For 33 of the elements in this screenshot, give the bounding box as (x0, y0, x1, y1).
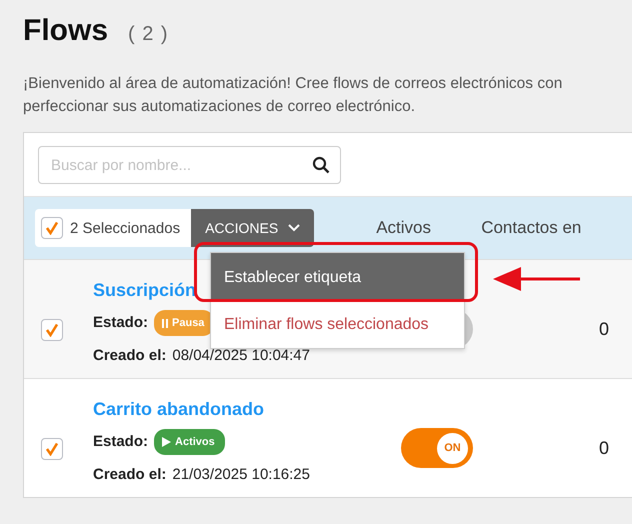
active-toggle[interactable]: ON (401, 428, 473, 468)
play-icon (162, 437, 172, 447)
select-all-checkbox[interactable] (41, 217, 63, 239)
chevron-down-icon (288, 224, 300, 232)
search-icon[interactable] (312, 156, 330, 174)
search-input[interactable]: Buscar por nombre... (51, 148, 301, 182)
created-label: Creado el: (93, 347, 166, 365)
created-date: 21/03/2025 10:16:25 (172, 466, 310, 484)
contact-count: 0 (599, 437, 610, 459)
status-label: Estado: (93, 433, 148, 451)
check-icon (45, 221, 59, 235)
created-label: Creado el: (93, 466, 166, 484)
flow-name-link[interactable]: Carrito abandonado (93, 398, 264, 420)
row-checkbox[interactable] (41, 319, 63, 341)
check-icon (45, 442, 59, 456)
flow-count: ( 2 ) (128, 23, 169, 46)
status-label: Estado: (93, 314, 148, 332)
column-header: Activos (376, 218, 432, 238)
row-checkbox[interactable] (41, 438, 63, 460)
check-icon (45, 323, 59, 337)
selected-count: 2 Seleccionados (70, 220, 180, 236)
menu-item[interactable]: Establecer etiqueta (211, 253, 464, 302)
contact-count: 0 (599, 318, 610, 340)
column-header: Contactos en (481, 218, 582, 238)
intro-text: ¡Bienvenido al área de automatización! Cree flows de correos electrónicos con perfeccionar sus automatizaciones de correo electrónico. (23, 74, 564, 117)
created-date: 08/04/2025 10:04:47 (172, 347, 310, 365)
actions-button[interactable]: ACCIONES (191, 209, 314, 247)
page-title: Flows (23, 14, 108, 48)
arrow-icon (493, 265, 581, 293)
menu-item[interactable]: Eliminar flows seleccionados (211, 302, 464, 348)
pause-icon (162, 318, 168, 328)
search-field[interactable]: Buscar por nombre... (38, 146, 341, 184)
status-badge: Activos (154, 429, 225, 455)
